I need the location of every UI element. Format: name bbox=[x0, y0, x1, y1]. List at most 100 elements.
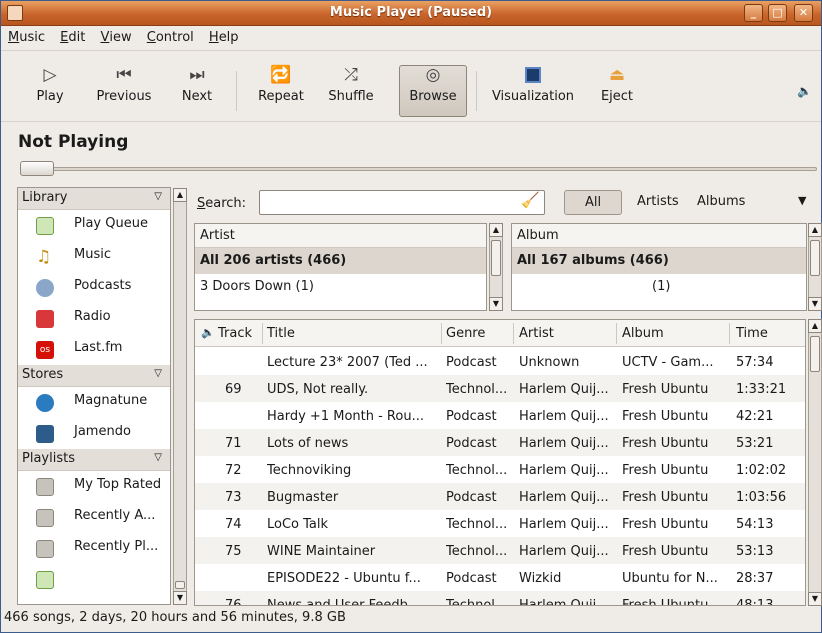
browse-button[interactable]: ◎ Browse bbox=[402, 64, 464, 114]
filter-albums-button[interactable]: Albums bbox=[689, 190, 753, 215]
track-track-cell: 72 bbox=[225, 463, 242, 478]
track-artist-cell: Harlem Quij... bbox=[519, 409, 609, 424]
scroll-down-icon[interactable]: ▼ bbox=[173, 591, 187, 605]
sidebar-item-music[interactable]: ♫ Music bbox=[18, 241, 170, 272]
track-genre-cell: Podcast bbox=[446, 409, 497, 424]
title-column-header[interactable]: Title bbox=[267, 326, 295, 341]
sidebar-item-lastfm[interactable]: os Last.fm bbox=[18, 334, 170, 365]
title-bar[interactable]: Music Player (Paused) _ □ ✕ bbox=[1, 1, 821, 26]
genre-column-header[interactable]: Genre bbox=[446, 326, 485, 341]
minimize-icon[interactable]: _ bbox=[744, 4, 763, 22]
track-genre-cell: Technol... bbox=[446, 382, 508, 397]
track-time-cell: 1:02:02 bbox=[736, 463, 787, 478]
visualization-icon bbox=[486, 64, 580, 86]
scroll-up-icon[interactable]: ▲ bbox=[173, 188, 187, 202]
track-row[interactable]: Hardy +1 Month - Rou... Podcast Harlem Qui… bbox=[195, 402, 805, 429]
track-track-cell: 71 bbox=[225, 436, 242, 451]
maximize-icon[interactable]: □ bbox=[768, 4, 787, 22]
sidebar-item-my-top-rated[interactable]: My Top Rated bbox=[18, 471, 170, 502]
sidebar-item-recently-added[interactable]: Recently A... bbox=[18, 502, 170, 533]
track-title-cell: LoCo Talk bbox=[267, 517, 329, 532]
clear-search-icon[interactable]: 🧹 bbox=[521, 191, 540, 209]
track-row[interactable]: 74 LoCo Talk Technol... Harlem Quij... Fresh… bbox=[195, 510, 805, 537]
track-row[interactable]: 75 WINE Maintainer Technol... Harlem Quij..… bbox=[195, 537, 805, 564]
repeat-button[interactable]: 🔁 Repeat bbox=[256, 64, 306, 114]
menu-music[interactable]: Music bbox=[1, 26, 49, 45]
previous-button[interactable]: ⏮ Previous bbox=[91, 64, 157, 114]
close-icon[interactable]: ✕ bbox=[794, 4, 813, 22]
track-row[interactable]: 69 UDS, Not really. Technol... Harlem Quij.… bbox=[195, 375, 805, 402]
album-row[interactable]: All 167 albums (466) bbox=[512, 248, 806, 274]
scroll-thumb[interactable] bbox=[491, 240, 501, 276]
browse-dropdown-icon[interactable]: ▼ bbox=[798, 194, 806, 207]
collapse-icon[interactable]: ▽ bbox=[154, 368, 162, 379]
playing-column-icon[interactable]: 🔈 bbox=[201, 326, 215, 339]
stores-header[interactable]: Stores ▽ bbox=[18, 365, 170, 387]
track-row[interactable]: 73 Bugmaster Podcast Harlem Quij... Fresh Ub… bbox=[195, 483, 805, 510]
scroll-up-icon[interactable]: ▲ bbox=[808, 319, 822, 333]
toolbar-separator bbox=[236, 71, 237, 111]
source-list: Library ▽ Play Queue ♫ Music Podcasts Ra… bbox=[17, 187, 171, 605]
shuffle-icon: ⤮ bbox=[344, 65, 358, 85]
sidebar-item-radio[interactable]: Radio bbox=[18, 303, 170, 334]
tracks-scrollbar[interactable]: ▲ ▼ bbox=[808, 319, 822, 606]
track-title-cell: Bugmaster bbox=[267, 490, 339, 505]
scroll-thumb[interactable] bbox=[810, 240, 820, 276]
menu-help[interactable]: Help bbox=[202, 26, 243, 45]
sidebar-item-recently-played[interactable]: Recently Pl... bbox=[18, 533, 170, 564]
track-title-cell: Lots of news bbox=[267, 436, 349, 451]
seek-bar[interactable] bbox=[21, 167, 817, 171]
seek-slider-handle[interactable] bbox=[20, 161, 54, 176]
sidebar-item-play-queue[interactable]: Play Queue bbox=[18, 210, 170, 241]
album-row[interactable]: (1) bbox=[512, 274, 806, 300]
track-row[interactable]: 76 News and User Feedb... Technol... Harlem… bbox=[195, 591, 805, 605]
filter-all-button[interactable]: All bbox=[564, 190, 623, 215]
play-button[interactable]: ▷ Play bbox=[35, 64, 65, 114]
track-row[interactable]: Lecture 23* 2007 (Ted ... Podcast Unknown U… bbox=[195, 348, 805, 375]
search-input[interactable] bbox=[259, 190, 545, 215]
playlist-icon bbox=[36, 571, 54, 589]
filter-artists-button[interactable]: Artists bbox=[629, 190, 687, 215]
scroll-down-icon[interactable]: ▼ bbox=[808, 297, 822, 311]
scroll-down-icon[interactable]: ▼ bbox=[808, 592, 822, 606]
smart-playlist-icon bbox=[36, 478, 54, 496]
album-column-header[interactable]: Album bbox=[512, 224, 806, 248]
artist-column-header[interactable]: Artist bbox=[195, 224, 486, 248]
volume-icon[interactable]: 🔈 bbox=[797, 84, 812, 98]
sidebar-scrollbar[interactable]: ▲ ▼ bbox=[173, 188, 187, 605]
album-column-header[interactable]: Album bbox=[622, 326, 664, 341]
track-row[interactable]: 71 Lots of news Podcast Harlem Quij... Fresh… bbox=[195, 429, 805, 456]
shuffle-button[interactable]: ⤮ Shuffle bbox=[325, 64, 377, 114]
collapse-icon[interactable]: ▽ bbox=[154, 191, 162, 202]
track-row[interactable]: EPISODE22 - Ubuntu f... Podcast Wizkid Ubun… bbox=[195, 564, 805, 591]
album-scrollbar[interactable]: ▲ ▼ bbox=[808, 223, 822, 311]
time-column-header[interactable]: Time bbox=[736, 326, 768, 341]
next-button[interactable]: ⏭ Next bbox=[177, 64, 217, 114]
playlists-header[interactable]: Playlists ▽ bbox=[18, 449, 170, 471]
visualization-button[interactable]: Visualization bbox=[486, 64, 580, 114]
eject-icon: ⏏ bbox=[608, 65, 626, 85]
scroll-thumb[interactable] bbox=[810, 336, 820, 372]
artist-row[interactable]: All 206 artists (466) bbox=[195, 248, 486, 274]
sidebar-item-jamendo[interactable]: Jamendo bbox=[18, 418, 170, 449]
artist-row[interactable]: 3 Doors Down (1) bbox=[195, 274, 486, 300]
scroll-down-icon[interactable]: ▼ bbox=[489, 297, 503, 311]
artist-scrollbar[interactable]: ▲ ▼ bbox=[489, 223, 503, 311]
artist-column-header[interactable]: Artist bbox=[519, 326, 554, 341]
sidebar-item-magnatune[interactable]: Magnatune bbox=[18, 387, 170, 418]
sidebar-item-podcasts[interactable]: Podcasts bbox=[18, 272, 170, 303]
collapse-icon[interactable]: ▽ bbox=[154, 452, 162, 463]
menu-view[interactable]: View bbox=[93, 26, 135, 45]
menu-edit[interactable]: Edit bbox=[53, 26, 89, 45]
eject-button[interactable]: ⏏ Eject bbox=[597, 64, 637, 114]
sidebar-item-playlist[interactable] bbox=[18, 564, 170, 595]
scroll-thumb[interactable] bbox=[175, 581, 185, 589]
track-column-header[interactable]: Track bbox=[218, 326, 252, 341]
library-header[interactable]: Library ▽ bbox=[18, 188, 170, 210]
track-row[interactable]: 72 Technoviking Technol... Harlem Quij... Fr… bbox=[195, 456, 805, 483]
menu-control[interactable]: Control bbox=[140, 26, 198, 45]
now-playing-title: Not Playing bbox=[18, 132, 129, 152]
track-album-cell: Ubuntu for N... bbox=[622, 571, 718, 586]
scroll-up-icon[interactable]: ▲ bbox=[808, 223, 822, 237]
scroll-up-icon[interactable]: ▲ bbox=[489, 223, 503, 237]
